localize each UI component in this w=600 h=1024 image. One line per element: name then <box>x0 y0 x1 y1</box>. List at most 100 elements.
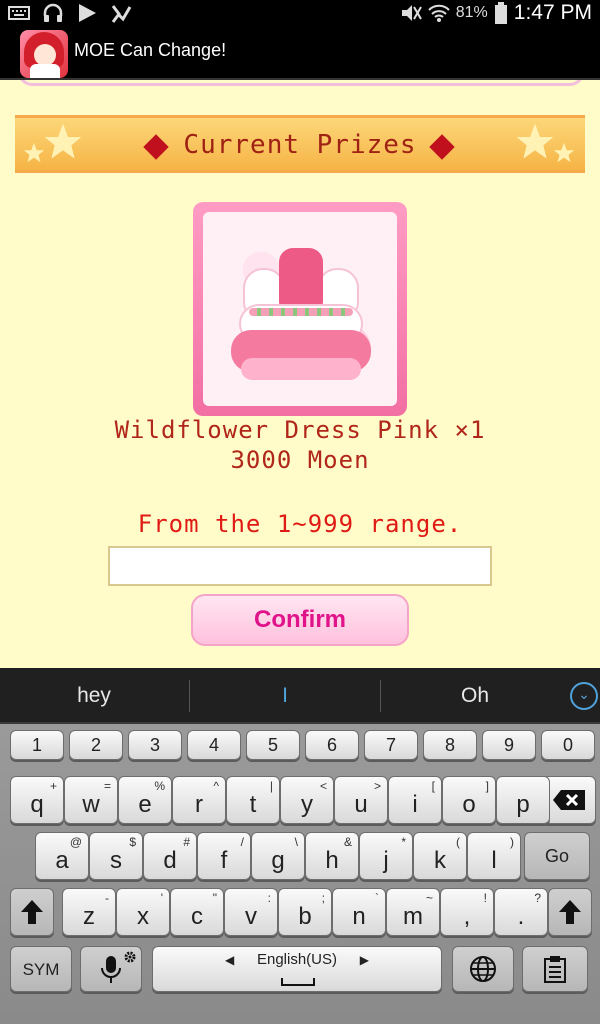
suggestion-middle[interactable]: I <box>190 668 380 724</box>
collapse-suggestions-icon[interactable]: ⌄ <box>570 682 598 710</box>
key-label: o <box>462 791 476 818</box>
shift-icon <box>21 900 43 924</box>
settings-gear-icon <box>124 951 136 963</box>
key-5[interactable]: 5 <box>246 730 300 760</box>
number-input[interactable] <box>108 546 492 586</box>
key-d[interactable]: d # <box>143 832 197 880</box>
suggestion-left[interactable]: hey <box>0 668 188 724</box>
top-panel-edge <box>18 80 584 86</box>
key-i[interactable]: i[ <box>388 776 442 824</box>
key-sublabel: ~ <box>425 891 433 905</box>
key-k[interactable]: k( <box>413 832 467 880</box>
key-c[interactable]: c " <box>170 888 224 936</box>
banner-title: Current Prizes <box>183 130 417 160</box>
globe-icon <box>470 956 496 982</box>
key-6[interactable]: 6 <box>305 730 359 760</box>
clipboard-key[interactable] <box>522 946 588 992</box>
key-sublabel: ` <box>375 891 379 905</box>
sym-key[interactable]: SYM <box>10 946 72 992</box>
backspace-key[interactable] <box>542 776 596 824</box>
key-q[interactable]: q + <box>10 776 64 824</box>
key-sublabel: = <box>103 779 111 793</box>
key-sublabel: # <box>183 835 190 849</box>
key-sublabel: - <box>105 891 109 905</box>
key-t[interactable]: t | <box>226 776 280 824</box>
key-sublabel: ! <box>483 891 487 905</box>
suggestion-right[interactable]: Oh <box>381 668 569 724</box>
language-key[interactable] <box>452 946 514 992</box>
key-label: x <box>137 903 149 930</box>
key-j[interactable]: j * <box>359 832 413 880</box>
key-sublabel: \ <box>294 835 298 849</box>
key-z[interactable]: z- <box>62 888 116 936</box>
key-f[interactable]: f / <box>197 832 251 880</box>
key-x[interactable]: x ' <box>116 888 170 936</box>
key-label: a <box>55 847 69 874</box>
confirm-button[interactable]: Confirm <box>191 594 409 646</box>
key-sublabel: ? <box>534 891 541 905</box>
shift-icon <box>559 900 581 924</box>
voice-input-key[interactable] <box>80 946 142 992</box>
key-v[interactable]: v: <box>224 888 278 936</box>
key-2[interactable]: 2 <box>69 730 123 760</box>
key-4[interactable]: 4 <box>187 730 241 760</box>
go-key[interactable]: Go <box>524 832 590 880</box>
key-label: b <box>298 903 312 930</box>
key-g[interactable]: g \ <box>251 832 305 880</box>
key-3[interactable]: 3 <box>128 730 182 760</box>
clock: 1:47 PM <box>513 1 592 24</box>
key-o[interactable]: o] <box>442 776 496 824</box>
key-s[interactable]: s $ <box>89 832 143 880</box>
key-label: c <box>191 903 203 930</box>
key-9[interactable]: 9 <box>482 730 536 760</box>
backspace-icon <box>553 790 585 810</box>
key-,[interactable]: ,! <box>440 888 494 936</box>
go-key-label: Go <box>544 846 569 866</box>
key-m[interactable]: m ~ <box>386 888 440 936</box>
shift-key-right[interactable] <box>548 888 592 936</box>
key-b[interactable]: b; <box>278 888 332 936</box>
key-.[interactable]: .? <box>494 888 548 936</box>
space-key[interactable]: ◀ English(US) ▶ <box>152 946 442 992</box>
checkmark-icon <box>111 5 132 23</box>
key-y[interactable]: y < <box>280 776 334 824</box>
key-label: z <box>83 903 95 930</box>
key-w[interactable]: w = <box>64 776 118 824</box>
key-n[interactable]: n ` <box>332 888 386 936</box>
range-hint: From the 1~999 range. <box>137 510 463 538</box>
prize-image[interactable] <box>193 202 407 416</box>
prize-cost: 3000 Moen <box>230 446 370 474</box>
key-a[interactable]: a @ <box>35 832 89 880</box>
key-label: h <box>325 847 339 874</box>
key-sublabel: ; <box>321 891 325 905</box>
microphone-icon <box>101 956 121 983</box>
key-l[interactable]: l) <box>467 832 521 880</box>
app-title-bar: MOE Can Change! <box>0 26 600 80</box>
suggestion-strip: hey I Oh ⌄ <box>0 668 600 724</box>
key-e[interactable]: e% <box>118 776 172 824</box>
battery-percentage: 81% <box>455 4 488 21</box>
key-u[interactable]: u > <box>334 776 388 824</box>
key-label: , <box>463 903 471 930</box>
key-label: 3 <box>149 735 160 755</box>
key-p[interactable]: p <box>496 776 550 824</box>
key-sublabel: % <box>154 779 165 793</box>
key-sublabel: > <box>373 779 381 793</box>
prize-name: Wildflower Dress Pink ×1 <box>114 416 486 444</box>
shift-key-left[interactable] <box>10 888 54 936</box>
key-7[interactable]: 7 <box>364 730 418 760</box>
key-label: 5 <box>267 735 278 755</box>
key-sublabel: ( <box>456 835 460 849</box>
key-label: j <box>383 847 389 874</box>
key-8[interactable]: 8 <box>423 730 477 760</box>
app-title: MOE Can Change! <box>74 40 227 60</box>
key-1[interactable]: 1 <box>10 730 64 760</box>
key-h[interactable]: h & <box>305 832 359 880</box>
key-sublabel: : <box>267 891 271 905</box>
key-sublabel: & <box>343 835 352 849</box>
key-label: 0 <box>562 735 573 755</box>
game-area: Current Prizes Wildflower Dress Pink ×1 … <box>0 80 600 668</box>
key-0[interactable]: 0 <box>541 730 595 760</box>
headphones-icon <box>43 3 63 22</box>
key-r[interactable]: r ^ <box>172 776 226 824</box>
